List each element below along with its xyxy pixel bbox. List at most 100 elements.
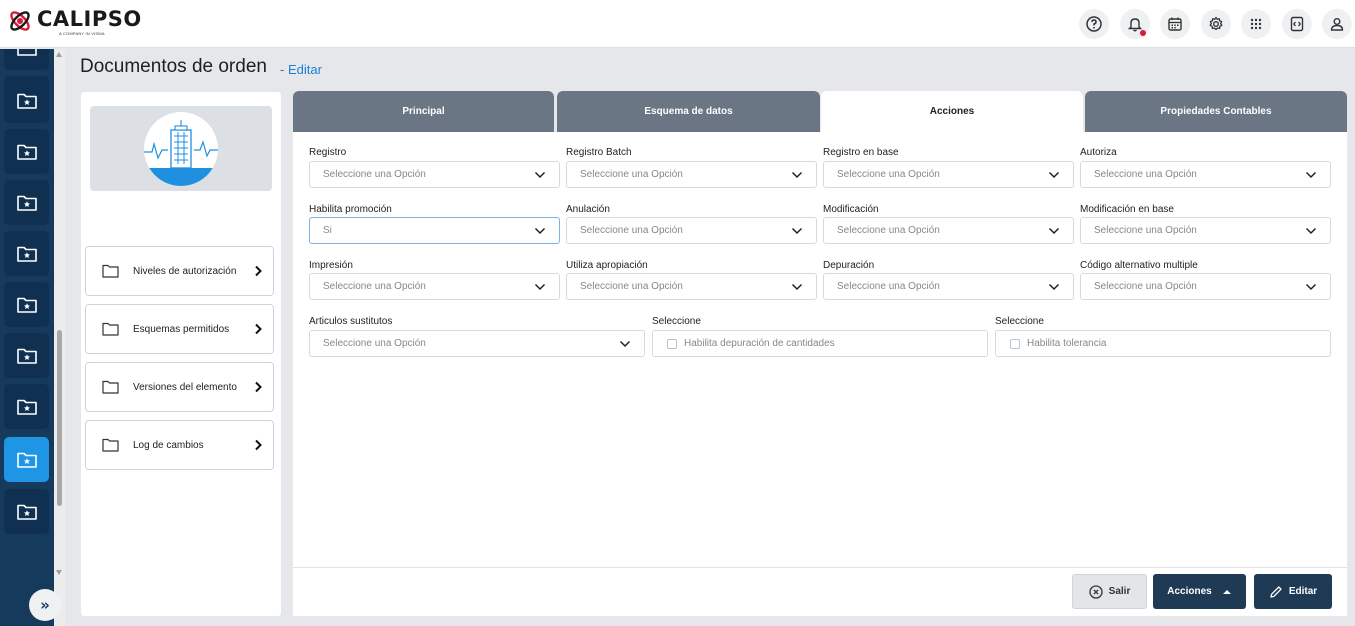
select-field[interactable]: Seleccione una Opción <box>309 273 560 300</box>
sidebar-item-partial[interactable] <box>4 49 49 70</box>
caret-up-icon <box>1222 589 1231 594</box>
folder-star-icon <box>16 144 37 160</box>
sidebar-item-folder[interactable] <box>4 78 49 123</box>
checkbox-label[interactable]: Habilita tolerancia <box>1027 338 1107 349</box>
chevron-down-icon <box>1305 283 1317 290</box>
folder-star-icon <box>16 195 37 211</box>
close-circle-icon <box>1089 584 1103 599</box>
salir-button[interactable]: Salir <box>1072 574 1147 609</box>
sidebar-item-folder[interactable] <box>4 437 49 482</box>
tab-label: Acciones <box>929 106 975 117</box>
settings-button[interactable] <box>1200 9 1231 39</box>
select-value: Seleccione una Opción <box>580 169 683 180</box>
chevron-down-icon <box>1305 171 1317 178</box>
top-bar: CALIPSO A COMPANY IN VISMA <box>0 0 1355 48</box>
select-field[interactable]: Si <box>309 217 560 244</box>
calendar-icon <box>1168 17 1182 31</box>
folder-icon <box>102 264 119 278</box>
checkbox-group-label: Seleccione <box>995 316 1044 327</box>
nav-card-label: Log de cambios <box>133 439 204 451</box>
sidebar-item-folder[interactable] <box>4 489 49 534</box>
scroll-up-arrow[interactable] <box>56 52 62 57</box>
select-field[interactable]: Seleccione una Opción <box>309 330 645 357</box>
checkbox-container: Habilita depuración de cantidades <box>652 330 988 357</box>
chevron-right-icon <box>255 323 262 335</box>
select-value: Si <box>323 225 332 236</box>
app-tagline: A COMPANY IN VISMA <box>59 31 105 36</box>
field-label: Impresión <box>309 260 353 271</box>
left-panel: Niveles de autorización Esquemas permitid… <box>81 92 281 616</box>
calipso-logo[interactable]: CALIPSO A COMPANY IN VISMA <box>7 8 142 36</box>
chevron-down-icon <box>534 283 546 290</box>
select-field[interactable]: Seleccione una Opción <box>823 273 1074 300</box>
app-name: CALIPSO <box>37 7 142 31</box>
notification-dot <box>1139 30 1146 36</box>
select-field[interactable]: Seleccione una Opción <box>1080 273 1331 300</box>
editar-button[interactable]: Editar <box>1254 574 1332 609</box>
top-icons <box>1079 9 1355 39</box>
sidebar-item-folder[interactable] <box>4 333 49 378</box>
pencil-icon <box>1270 585 1282 598</box>
select-value: Seleccione una Opción <box>580 225 683 236</box>
checkbox[interactable] <box>667 338 677 349</box>
chevron-down-icon <box>1305 227 1317 234</box>
sidebar-item-folder[interactable] <box>4 231 49 276</box>
sidebar-item-folder[interactable] <box>4 180 49 225</box>
select-field[interactable]: Seleccione una Opción <box>823 217 1074 244</box>
tab-label: Esquema de datos <box>644 106 733 117</box>
field-label: Modificación en base <box>1080 204 1174 215</box>
tab[interactable]: Principal <box>293 91 554 132</box>
checkbox-label[interactable]: Habilita depuración de cantidades <box>684 338 835 349</box>
acciones-button[interactable]: Acciones <box>1153 574 1246 609</box>
select-field[interactable]: Seleccione una Opción <box>823 161 1074 188</box>
help-button[interactable] <box>1079 9 1109 39</box>
select-field[interactable]: Seleccione una Opción <box>309 161 560 188</box>
select-value: Seleccione una Opción <box>837 225 940 236</box>
main-panel: Principal Esquema de datos Acciones Propied… <box>293 91 1347 616</box>
tab[interactable]: Acciones <box>821 91 1083 132</box>
sidebar-item-folder[interactable] <box>4 129 49 174</box>
checkbox-container: Habilita tolerancia <box>995 330 1331 357</box>
sidebar-item-folder[interactable] <box>4 282 49 327</box>
folder-star-icon <box>16 348 37 364</box>
select-field[interactable]: Seleccione una Opción <box>566 161 817 188</box>
edit-link[interactable]: - Editar <box>280 62 322 77</box>
select-value: Seleccione una Opción <box>1094 225 1197 236</box>
select-field[interactable]: Seleccione una Opción <box>566 217 817 244</box>
tab-label: Principal <box>402 106 445 117</box>
user-button[interactable] <box>1322 9 1352 39</box>
folder-star-icon <box>16 504 37 520</box>
field-label: Código alternativo multiple <box>1080 260 1198 271</box>
editar-label: Editar <box>1288 586 1318 597</box>
select-field[interactable]: Seleccione una Opción <box>566 273 817 300</box>
code-panel-button[interactable] <box>1281 9 1312 39</box>
field-label: Registro Batch <box>566 147 632 158</box>
select-field[interactable]: Seleccione una Opción <box>1080 217 1331 244</box>
tab[interactable]: Esquema de datos <box>557 91 820 132</box>
acciones-label: Acciones <box>1167 586 1212 597</box>
tab-label: Propiedades Contables <box>1160 106 1272 117</box>
nav-card[interactable]: Versiones del elemento <box>85 362 274 412</box>
nav-card[interactable]: Niveles de autorización <box>85 246 274 296</box>
page-title: Documentos de orden <box>80 56 267 77</box>
folder-star-icon <box>16 246 37 262</box>
select-value: Seleccione una Opción <box>323 338 426 349</box>
notifications-button[interactable] <box>1119 9 1150 39</box>
checkbox[interactable] <box>1010 338 1020 349</box>
scroll-down-arrow[interactable] <box>56 570 62 575</box>
select-field[interactable]: Seleccione una Opción <box>1080 161 1331 188</box>
nav-card[interactable]: Log de cambios <box>85 420 274 470</box>
field-label: Habilita promoción <box>309 204 392 215</box>
apps-button[interactable] <box>1241 9 1271 39</box>
folder-star-icon <box>16 452 37 468</box>
nav-card[interactable]: Esquemas permitidos <box>85 304 274 354</box>
select-value: Seleccione una Opción <box>323 169 426 180</box>
calendar-button[interactable] <box>1160 9 1190 39</box>
building-illustration <box>144 112 218 186</box>
sidebar-item-folder[interactable] <box>4 384 49 429</box>
tab[interactable]: Propiedades Contables <box>1085 91 1347 132</box>
sidebar-expand-button[interactable]: » <box>29 589 61 621</box>
chevron-down-icon <box>534 171 546 178</box>
field-label: Modificación <box>823 204 879 215</box>
scrollbar-thumb[interactable] <box>57 330 62 506</box>
